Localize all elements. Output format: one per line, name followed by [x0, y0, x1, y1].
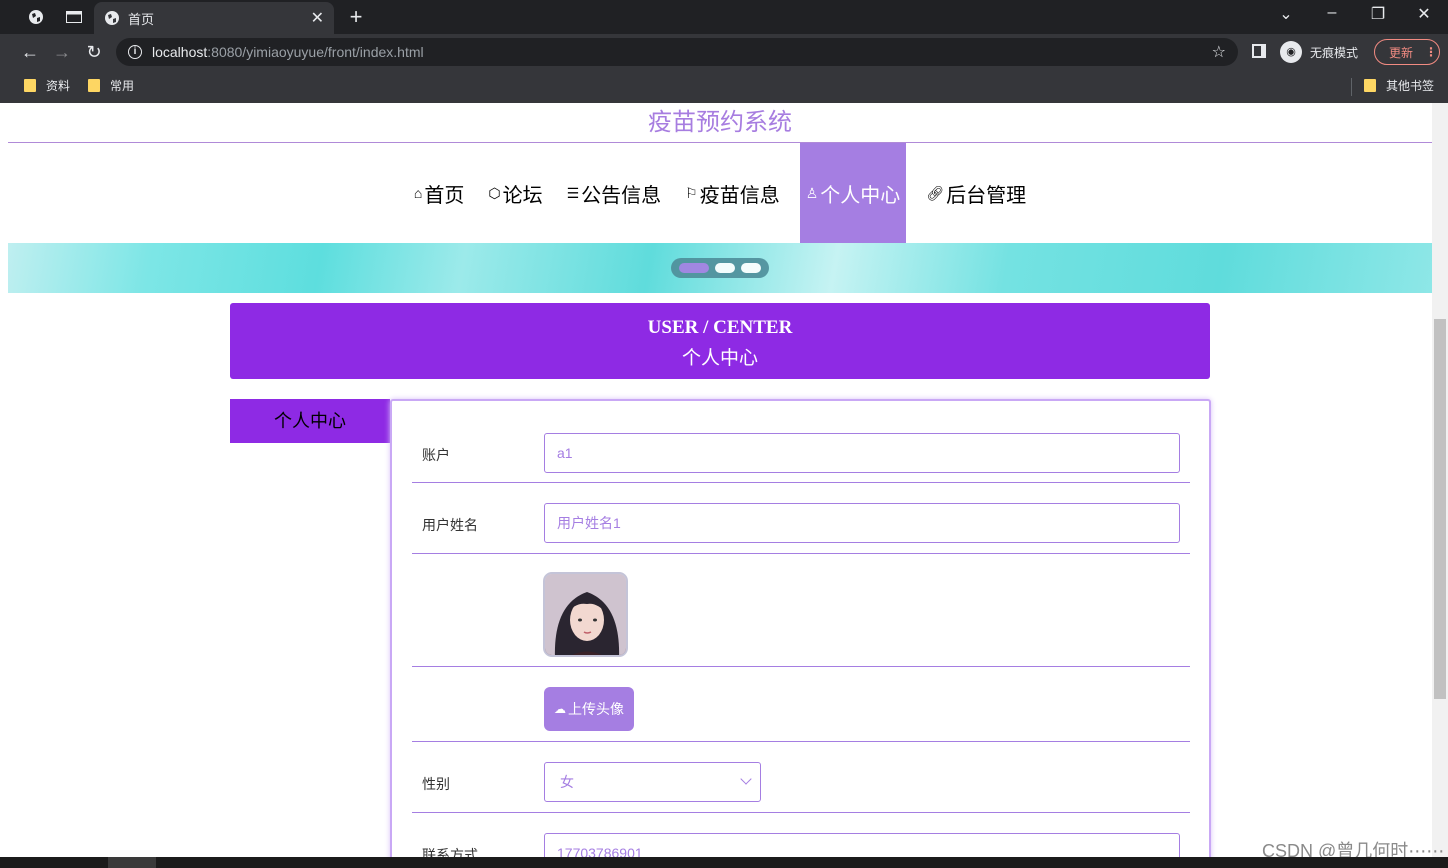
page-viewport: 疫苗预约系统 ⌂ 首页 ⬡ 论坛 ☰ 公告信息 ⚐ 疫苗信息 ♙ 个人中心 🔗︎… [0, 103, 1448, 868]
sliders-icon: ☰ [566, 184, 580, 201]
info-icon[interactable]: i [128, 45, 142, 59]
scrollbar-thumb[interactable] [1434, 319, 1446, 699]
minimize-button[interactable]: – [1312, 4, 1352, 28]
forward-arrow-icon[interactable]: → [50, 40, 74, 64]
nav-item-user-center[interactable]: ♙ 个人中心 [799, 143, 907, 243]
url-path: :8080/yimiaoyuyue/front/index.html [207, 44, 424, 60]
globe-icon[interactable] [22, 6, 50, 28]
nav-label: 疫苗信息 [699, 184, 780, 207]
account-value: a1 [557, 445, 573, 461]
restore-button[interactable]: ❐ [1358, 4, 1398, 28]
os-taskbar [0, 857, 1448, 868]
chevron-down-icon[interactable]: ⌄ [1266, 4, 1306, 28]
browser-toolbar: ← → ↻ i localhost:8080/yimiaoyuyue/front… [0, 34, 1448, 70]
folder-icon [88, 79, 100, 92]
name-label: 用户姓名 [422, 517, 478, 533]
tab-bar: 首页 ✕ + ⌄ – ❐ ✕ [0, 0, 1448, 34]
tab-group-icon[interactable] [60, 6, 88, 28]
chevron-down-icon [740, 773, 752, 785]
form-row-upload: ☁ 上传头像 [412, 667, 1190, 742]
side-tab-user-center[interactable]: 个人中心 [230, 399, 390, 443]
incognito-indicator[interactable]: ◉ 无痕模式 [1280, 39, 1358, 65]
carousel-dot[interactable] [715, 263, 735, 273]
bookmark-label: 常用 [110, 79, 135, 93]
nav-item-vaccines[interactable]: ⚐ 疫苗信息 [681, 143, 784, 243]
back-arrow-icon[interactable]: ← [18, 40, 42, 64]
taskbar-item[interactable] [108, 857, 156, 868]
bookmarks-bar: 资料 常用 其他书签 [0, 70, 1448, 103]
nav-item-announcements[interactable]: ☰ 公告信息 [563, 143, 666, 243]
update-label: 更新 [1389, 45, 1414, 60]
nav-label: 公告信息 [581, 184, 662, 207]
form-row-name: 用户姓名 用户姓名1 [412, 483, 1190, 554]
nav-label: 论坛 [502, 184, 543, 207]
name-input[interactable]: 用户姓名1 [544, 503, 1180, 543]
incognito-icon: ◉ [1280, 41, 1302, 63]
globe-icon [105, 11, 119, 25]
upload-label: 上传头像 [568, 701, 624, 717]
form-row-avatar [412, 554, 1190, 667]
other-bookmarks[interactable]: 其他书签 [1364, 77, 1434, 94]
nav-label: 首页 [424, 184, 465, 207]
tag-icon: ⬡ [488, 184, 501, 201]
gender-label: 性别 [422, 776, 450, 792]
side-panel-icon[interactable] [1252, 44, 1266, 58]
bookmark-folder-ziliao[interactable]: 资料 [24, 77, 70, 94]
name-value: 用户姓名1 [557, 515, 621, 531]
nav-label: 后台管理 [946, 184, 1027, 207]
star-icon[interactable]: ☆ [1212, 42, 1226, 62]
menu-dots-icon: ⋮ [1425, 45, 1438, 59]
carousel-indicators [671, 258, 769, 278]
avatar [543, 572, 628, 657]
link-icon: 🔗︎ [926, 184, 945, 201]
bookmark-divider [1351, 78, 1352, 96]
upload-avatar-button[interactable]: ☁ 上传头像 [544, 687, 634, 731]
cloud-upload-icon: ☁ [554, 702, 566, 716]
folder-icon [24, 79, 36, 92]
nav-item-forum[interactable]: ⬡ 论坛 [484, 143, 546, 243]
nav-item-admin[interactable]: 🔗︎ 后台管理 [922, 143, 1030, 243]
account-input[interactable]: a1 [544, 433, 1180, 473]
incognito-label: 无痕模式 [1310, 45, 1359, 60]
site-title: 疫苗预约系统 [8, 103, 1432, 143]
nav-label: 个人中心 [820, 184, 901, 207]
close-icon[interactable]: ✕ [311, 8, 324, 28]
home-icon: ⌂ [413, 185, 423, 201]
profile-form: 账户 a1 用户姓名 用户姓名1 ☁ 上传头像 性别 女 联系方式 177037… [390, 399, 1211, 868]
url-host: localhost [152, 44, 208, 60]
user-icon: ♙ [805, 184, 819, 201]
banner-carousel [8, 243, 1432, 293]
left-gutter [0, 103, 8, 868]
user-center-header: USER / CENTER 个人中心 [230, 303, 1210, 379]
update-button[interactable]: 更新 ⋮ [1374, 39, 1440, 65]
account-label: 账户 [422, 447, 450, 463]
gender-select[interactable]: 女 [544, 762, 761, 802]
form-row-account: 账户 a1 [412, 401, 1190, 483]
nav-item-home[interactable]: ⌂ 首页 [410, 143, 468, 243]
reload-icon[interactable]: ↻ [82, 40, 106, 64]
carousel-dot[interactable] [679, 263, 709, 273]
user-center-title-en: USER / CENTER [647, 317, 793, 338]
flag-icon: ⚐ [685, 184, 698, 201]
browser-chrome: 首页 ✕ + ⌄ – ❐ ✕ ← → ↻ i localhost:8080/yi… [0, 0, 1448, 103]
other-bookmarks-label: 其他书签 [1386, 79, 1435, 93]
gender-value: 女 [560, 774, 574, 790]
address-bar[interactable]: i localhost:8080/yimiaoyuyue/front/index… [116, 38, 1238, 66]
form-row-gender: 性别 女 [412, 742, 1190, 813]
bookmark-folder-changyong[interactable]: 常用 [88, 77, 134, 94]
folder-icon [1364, 79, 1376, 92]
user-center-title-cn: 个人中心 [681, 348, 758, 369]
tab-title: 首页 [128, 11, 155, 27]
carousel-dot[interactable] [741, 263, 761, 273]
bookmark-label: 资料 [46, 79, 71, 93]
new-tab-button[interactable]: + [344, 4, 368, 30]
window-close-button[interactable]: ✕ [1404, 4, 1444, 28]
active-tab[interactable]: 首页 ✕ [94, 2, 334, 34]
main-nav: ⌂ 首页 ⬡ 论坛 ☰ 公告信息 ⚐ 疫苗信息 ♙ 个人中心 🔗︎ 后台管理 [8, 143, 1432, 243]
page-scrollbar[interactable] [1432, 103, 1448, 868]
